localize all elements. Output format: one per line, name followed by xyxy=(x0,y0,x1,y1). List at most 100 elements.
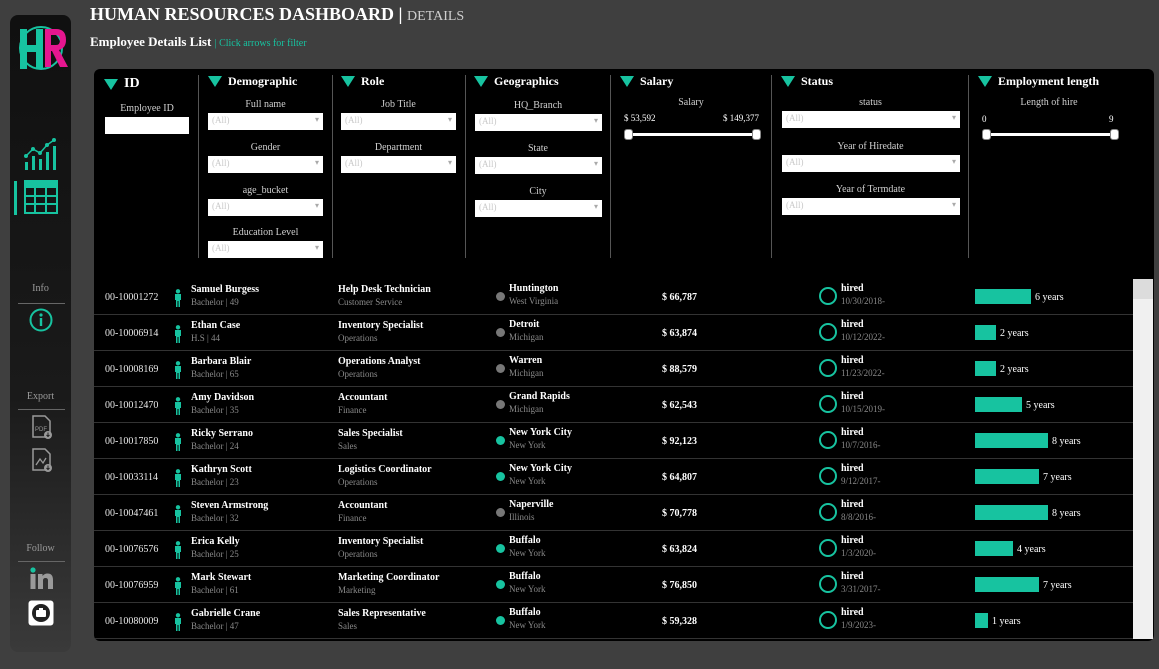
filter-divider xyxy=(771,75,772,258)
year-of-termdate-value: (All) xyxy=(786,200,804,210)
employment-length-label: 7 years xyxy=(1043,580,1072,591)
length-range-track[interactable] xyxy=(986,133,1114,136)
filter-salary-header[interactable]: Salary xyxy=(620,74,673,89)
table-scrollbar-thumb[interactable] xyxy=(1133,279,1153,299)
status-value: (All) xyxy=(786,113,804,123)
employee-name: Ethan Case xyxy=(191,320,241,331)
table-row[interactable]: 00-10006914 Ethan Case H.S | 44 Inventor… xyxy=(94,315,1134,351)
table-row[interactable]: 00-10076576 Erica Kelly Bachelor | 25 In… xyxy=(94,531,1134,567)
filter-employment-length-header[interactable]: Employment length xyxy=(978,74,1099,89)
salary: $ 63,824 xyxy=(662,544,697,555)
salary: $ 64,807 xyxy=(662,472,697,483)
salary-max-value: $ 149,377 xyxy=(723,113,759,123)
salary-range-track[interactable] xyxy=(628,133,756,136)
table-row[interactable]: 00-10033114 Kathryn Scott Bachelor | 23 … xyxy=(94,459,1134,495)
linkedin-icon[interactable] xyxy=(29,565,54,590)
department: Sales xyxy=(338,621,357,631)
portfolio-icon[interactable] xyxy=(28,600,54,626)
line-chart-icon[interactable] xyxy=(23,136,59,172)
state: New York xyxy=(509,584,546,594)
salary: $ 59,328 xyxy=(662,616,697,627)
table-row[interactable]: 00-10080009 Gabrielle Crane Bachelor | 4… xyxy=(94,603,1134,639)
status: hired xyxy=(841,355,864,366)
export-pdf-icon[interactable]: PDF xyxy=(31,415,53,440)
employee-id: 00-10076576 xyxy=(105,544,159,555)
full-name-value: (All) xyxy=(212,115,230,125)
year-of-termdate-select[interactable]: (All) ▾ xyxy=(782,198,960,215)
table-icon[interactable] xyxy=(24,180,58,214)
employment-length-label: 7 years xyxy=(1043,472,1072,483)
education-level-select[interactable]: (All) ▾ xyxy=(208,241,323,258)
follow-section-label: Follow xyxy=(26,543,55,554)
table-row[interactable]: 00-10047461 Steven Armstrong Bachelor | … xyxy=(94,495,1134,531)
table-scrollbar[interactable] xyxy=(1133,279,1153,639)
filter-toggle-icon[interactable] xyxy=(208,76,222,87)
filter-toggle-icon[interactable] xyxy=(474,76,488,87)
filter-id-header[interactable]: ID xyxy=(104,76,140,92)
salary-min-handle[interactable] xyxy=(624,129,633,140)
status-label: status xyxy=(859,97,882,108)
hire-date: 1/9/2023- xyxy=(841,620,876,630)
job-title: Operations Analyst xyxy=(338,356,421,367)
state: New York xyxy=(509,620,546,630)
department: Operations xyxy=(338,477,378,487)
table-row[interactable]: 00-10012470 Amy Davidson Bachelor | 35 A… xyxy=(94,387,1134,423)
job-title: Accountant xyxy=(338,392,388,403)
salary: $ 62,543 xyxy=(662,400,697,411)
page-subtitle: Employee Details List | Click arrows for… xyxy=(90,34,307,50)
hq-indicator-dot xyxy=(496,508,505,517)
state-select[interactable]: (All) ▾ xyxy=(475,157,602,174)
status: hired xyxy=(841,607,864,618)
department-value: (All) xyxy=(345,158,363,168)
salary: $ 92,123 xyxy=(662,436,697,447)
employee-education-age: Bachelor | 35 xyxy=(191,405,239,415)
filter-role-title: Role xyxy=(361,74,385,88)
employee-id-input[interactable] xyxy=(105,117,189,134)
table-row[interactable]: 00-10008169 Barbara Blair Bachelor | 65 … xyxy=(94,351,1134,387)
hire-date: 10/30/2018- xyxy=(841,296,885,306)
department-select[interactable]: (All) ▾ xyxy=(341,156,456,173)
age-bucket-value: (All) xyxy=(212,201,230,211)
filter-status-header[interactable]: Status xyxy=(781,74,833,89)
length-max-handle[interactable] xyxy=(1110,129,1119,140)
filter-toggle-icon[interactable] xyxy=(620,76,634,87)
job-title: Marketing Coordinator xyxy=(338,572,440,583)
age-bucket-select[interactable]: (All) ▾ xyxy=(208,199,323,216)
table-row[interactable]: 00-10001272 Samuel Burgess Bachelor | 49… xyxy=(94,279,1134,315)
employment-length-label: 4 years xyxy=(1017,544,1046,555)
filter-demographic-header[interactable]: Demographic xyxy=(208,74,297,89)
employment-length-bar xyxy=(975,433,1048,448)
employee-name: Barbara Blair xyxy=(191,356,252,367)
city-select[interactable]: (All) ▾ xyxy=(475,200,602,217)
info-icon[interactable] xyxy=(29,308,53,332)
status-ring-icon xyxy=(819,323,837,341)
table-row[interactable]: 00-10076959 Mark Stewart Bachelor | 61 M… xyxy=(94,567,1134,603)
filter-toggle-icon[interactable] xyxy=(781,76,795,87)
state: Illinois xyxy=(509,512,535,522)
job-title: Accountant xyxy=(338,500,388,511)
status: hired xyxy=(841,499,864,510)
filter-role-header[interactable]: Role xyxy=(341,74,384,89)
chevron-down-icon: ▾ xyxy=(951,157,956,166)
job-title-select[interactable]: (All) ▾ xyxy=(341,113,456,130)
filter-geographics-header[interactable]: Geographics xyxy=(474,74,559,89)
city: Grand Rapids xyxy=(509,391,570,402)
job-title: Sales Specialist xyxy=(338,428,403,439)
salary-max-handle[interactable] xyxy=(752,129,761,140)
filter-toggle-icon[interactable] xyxy=(104,78,118,90)
filter-toggle-icon[interactable] xyxy=(341,76,355,87)
hq-branch-select[interactable]: (All) ▾ xyxy=(475,114,602,131)
status-select[interactable]: (All) ▾ xyxy=(782,111,960,128)
export-image-icon[interactable] xyxy=(31,448,53,473)
hq-indicator-dot xyxy=(496,292,505,301)
table-row[interactable]: 00-10017850 Ricky Serrano Bachelor | 24 … xyxy=(94,423,1134,459)
length-min-handle[interactable] xyxy=(982,129,991,140)
employee-name: Ricky Serrano xyxy=(191,428,253,439)
filter-toggle-icon[interactable] xyxy=(978,76,992,87)
gender-select[interactable]: (All) ▾ xyxy=(208,156,323,173)
employment-length-label: 8 years xyxy=(1052,508,1081,519)
year-of-hiredate-select[interactable]: (All) ▾ xyxy=(782,155,960,172)
year-of-termdate-label: Year of Termdate xyxy=(835,184,906,195)
full-name-select[interactable]: (All) ▾ xyxy=(208,113,323,130)
hq-indicator-dot xyxy=(496,328,505,337)
